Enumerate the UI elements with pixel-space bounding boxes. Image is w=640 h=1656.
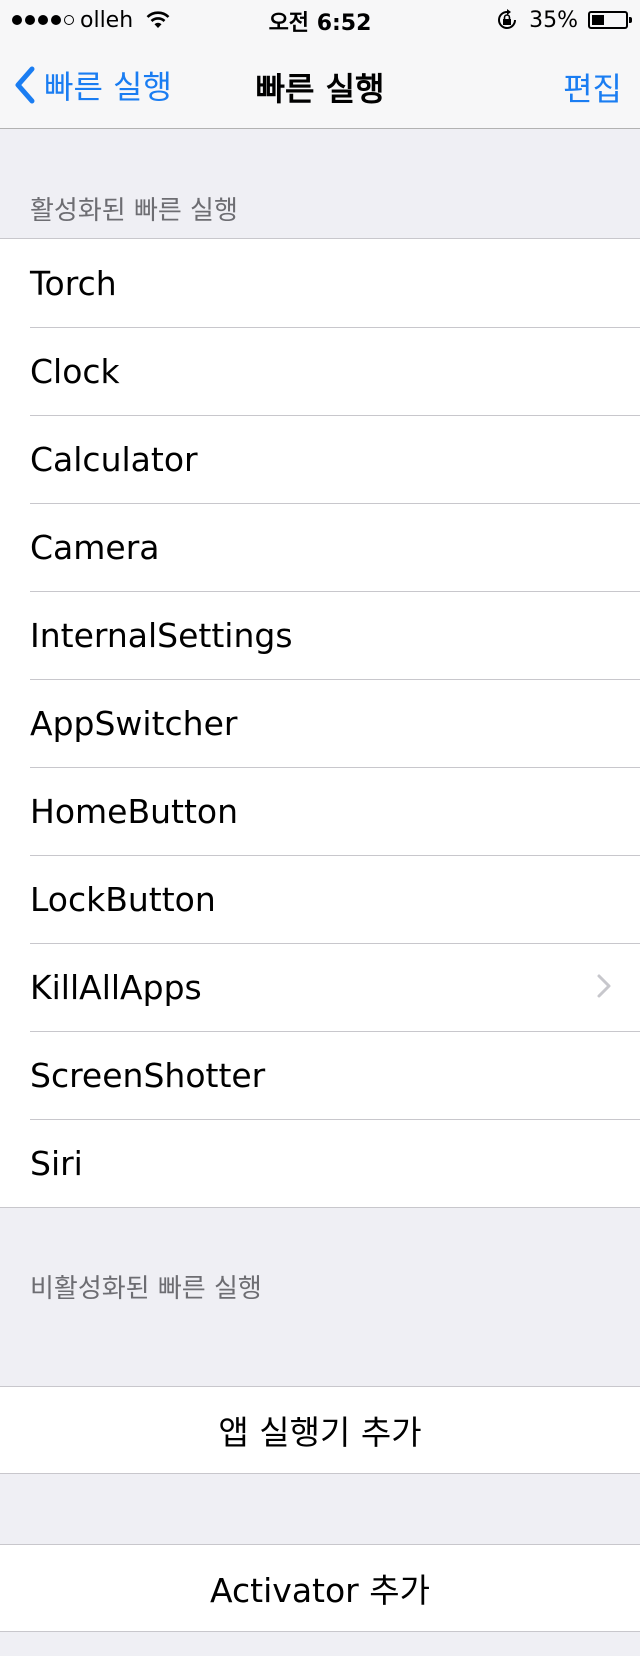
active-section-header: 활성화된 빠른 실행 — [30, 196, 238, 226]
list-item-torch[interactable]: Torch — [0, 239, 640, 327]
active-actions-list: Torch Clock Calculator Camera InternalSe… — [0, 238, 640, 1208]
list-item-label: HomeButton — [30, 791, 238, 831]
carrier-name: olleh — [80, 7, 134, 33]
status-left: olleh — [12, 6, 171, 34]
status-right: 35% — [495, 6, 632, 34]
chevron-right-icon — [597, 974, 611, 998]
battery-icon — [588, 11, 632, 29]
edit-button[interactable]: 편집 — [563, 64, 622, 110]
list-item-appswitcher[interactable]: AppSwitcher — [0, 679, 640, 767]
page-title: 빠른 실행 — [255, 70, 385, 108]
list-item-internalsettings[interactable]: InternalSettings — [0, 591, 640, 679]
add-app-launcher-button[interactable]: 앱 실행기 추가 — [0, 1386, 640, 1474]
rotation-lock-icon — [498, 9, 517, 29]
list-item-label: KillAllApps — [30, 967, 202, 1007]
list-item-camera[interactable]: Camera — [0, 503, 640, 591]
list-item-label: Calculator — [30, 439, 198, 479]
list-item-label: Camera — [30, 527, 160, 567]
list-item-label: ScreenShotter — [30, 1055, 266, 1095]
wifi-icon — [146, 11, 170, 28]
list-item-siri[interactable]: Siri — [0, 1119, 640, 1207]
list-item-label: AppSwitcher — [30, 703, 238, 743]
list-item-label: Clock — [30, 351, 120, 391]
list-item-homebutton[interactable]: HomeButton — [0, 767, 640, 855]
inactive-section-header: 비활성화된 빠른 실행 — [30, 1274, 262, 1304]
battery-percent: 35% — [529, 7, 578, 33]
list-item-label: LockButton — [30, 879, 216, 919]
add-app-launcher-label: 앱 실행기 추가 — [218, 1413, 422, 1452]
list-item-lockbutton[interactable]: LockButton — [0, 855, 640, 943]
status-bar: olleh 오전 6:52 35% — [0, 0, 640, 40]
list-item-label: InternalSettings — [30, 615, 293, 655]
list-item-killallapps[interactable]: KillAllApps — [0, 943, 640, 1031]
navigation-bar: 빠른 실행 빠른 실행 편집 — [0, 40, 640, 129]
list-item-calculator[interactable]: Calculator — [0, 415, 640, 503]
add-activator-button[interactable]: Activator 추가 — [0, 1544, 640, 1632]
list-item-label: Siri — [30, 1143, 83, 1183]
signal-strength-icon — [12, 15, 74, 25]
list-item-label: Torch — [30, 263, 117, 303]
add-activator-label: Activator 추가 — [210, 1571, 430, 1610]
list-item-clock[interactable]: Clock — [0, 327, 640, 415]
list-item-screenshotter[interactable]: ScreenShotter — [0, 1031, 640, 1119]
